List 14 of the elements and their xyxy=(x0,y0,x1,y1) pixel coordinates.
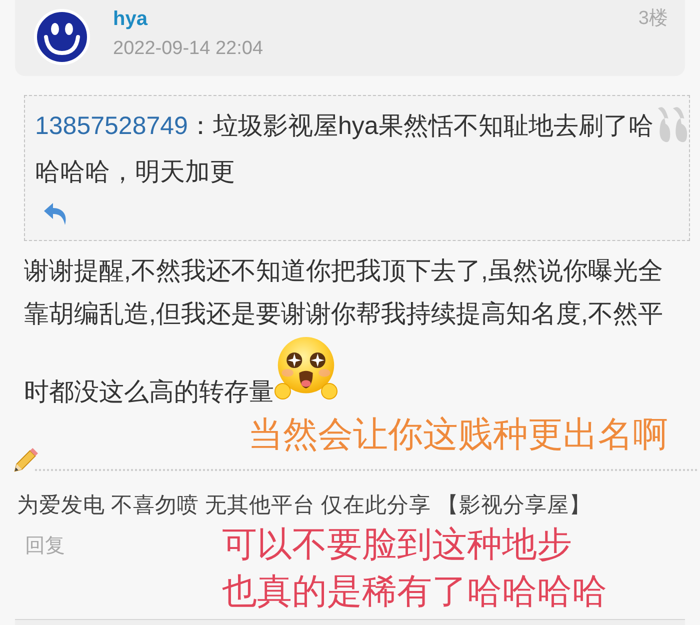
reply-link[interactable]: 回复 xyxy=(25,534,65,558)
overlay-caption: 可以不要脸到这种地步 也真的是稀有了哈哈哈哈 xyxy=(222,524,607,613)
smiley-avatar-icon[interactable] xyxy=(34,9,90,65)
overlay-caption: 当然会让你这贱种更出名啊 xyxy=(248,416,668,454)
username-link[interactable]: hya xyxy=(113,7,148,31)
quoted-text: 13857528749：垃圾影视屋hya果然恬不知耻地去刷了哈哈哈哈，明天加更 xyxy=(35,111,654,188)
quoted-author-link[interactable]: 13857528749 xyxy=(35,112,188,140)
floor-number: 3楼 xyxy=(638,7,668,31)
pencil-icon xyxy=(14,448,38,472)
signature-text: 为爱发电 不喜勿喷 无其他平台 仅在此分享 【影视分享屋】 xyxy=(17,492,591,519)
starry-eyed-emoji-icon xyxy=(274,336,338,400)
reply-arrow-icon[interactable] xyxy=(44,203,68,225)
post-timestamp: 2022-09-14 22:04 xyxy=(113,37,264,61)
post-body-text: 谢谢提醒,不然我还不知道你把我顶下去了,虽然说你曝光全靠胡编乱造,但我还是要谢谢你帮我持续提高知名度,不然平时都没这么高的转存量 xyxy=(24,256,664,408)
